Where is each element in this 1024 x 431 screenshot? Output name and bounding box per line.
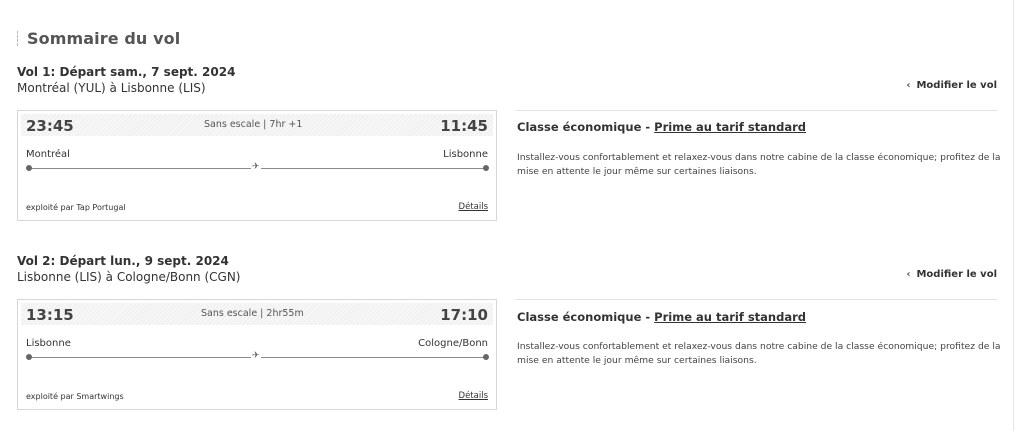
- title-divider: [17, 31, 18, 46]
- cabin-title: Classe économique - Prime au tarif stand…: [517, 120, 806, 134]
- flight-date-heading: Vol 1: Départ sam., 7 sept. 2024: [17, 65, 236, 79]
- operated-by: exploité par Smartwings: [26, 392, 124, 401]
- section-divider: [516, 110, 997, 111]
- origin-city: Montréal: [26, 149, 70, 160]
- flight-header: Vol 2: Départ lun., 9 sept. 2024 Lisbonn…: [17, 254, 241, 285]
- origin-dot: [26, 354, 32, 360]
- section-divider: [516, 299, 997, 300]
- cabin-title: Classe économique - Prime au tarif stand…: [517, 310, 806, 324]
- cabin-class: Classe économique -: [517, 120, 655, 134]
- chevron-left-icon: ‹: [906, 80, 911, 91]
- airplane-icon: ✈: [251, 162, 261, 173]
- flight-card: 23:45 Sans escale | 7hr +1 11:45 Montréa…: [17, 110, 497, 221]
- arrival-time: 11:45: [440, 117, 488, 135]
- modify-flight-link[interactable]: ‹ Modifier le vol: [906, 269, 997, 280]
- airplane-icon: ✈: [251, 351, 261, 362]
- operated-by: exploité par Tap Portugal: [26, 203, 126, 212]
- destination-city: Lisbonne: [443, 149, 488, 160]
- stop-duration: Sans escale | 7hr +1: [204, 119, 303, 130]
- right-divider: [1013, 0, 1014, 431]
- details-link[interactable]: Détails: [459, 391, 488, 401]
- stop-duration: Sans escale | 2hr55m: [201, 308, 304, 319]
- flight-route: Lisbonne (LIS) à Cologne/Bonn (CGN): [17, 270, 241, 284]
- chevron-left-icon: ‹: [906, 269, 911, 280]
- cabin-description: Installez-vous confortablement et relaxe…: [517, 152, 1001, 177]
- destination-dot: [483, 165, 489, 171]
- destination-city: Cologne/Bonn: [418, 338, 488, 349]
- cabin-class: Classe économique -: [517, 310, 655, 324]
- departure-time: 13:15: [26, 306, 74, 324]
- origin-dot: [26, 165, 32, 171]
- fare-link[interactable]: Prime au tarif standard: [654, 120, 806, 134]
- modify-flight-label: Modifier le vol: [916, 269, 997, 280]
- modify-flight-link[interactable]: ‹ Modifier le vol: [906, 80, 997, 91]
- details-link[interactable]: Détails: [459, 202, 488, 212]
- origin-city: Lisbonne: [26, 338, 71, 349]
- flight-header: Vol 1: Départ sam., 7 sept. 2024 Montréa…: [17, 65, 235, 96]
- modify-flight-label: Modifier le vol: [916, 80, 997, 91]
- cabin-description: Installez-vous confortablement et relaxe…: [517, 341, 1001, 366]
- flight-card: 13:15 Sans escale | 2hr55m 17:10 Lisbonn…: [17, 299, 497, 410]
- page-title: Sommaire du vol: [27, 29, 181, 48]
- flight-date-heading: Vol 2: Départ lun., 9 sept. 2024: [17, 254, 229, 268]
- fare-link[interactable]: Prime au tarif standard: [654, 310, 806, 324]
- destination-dot: [483, 354, 489, 360]
- flight-route: Montréal (YUL) à Lisbonne (LIS): [17, 81, 206, 95]
- arrival-time: 17:10: [440, 306, 488, 324]
- flight-summary-page: Sommaire du vol Vol 1: Départ sam., 7 se…: [0, 0, 1024, 431]
- departure-time: 23:45: [26, 117, 74, 135]
